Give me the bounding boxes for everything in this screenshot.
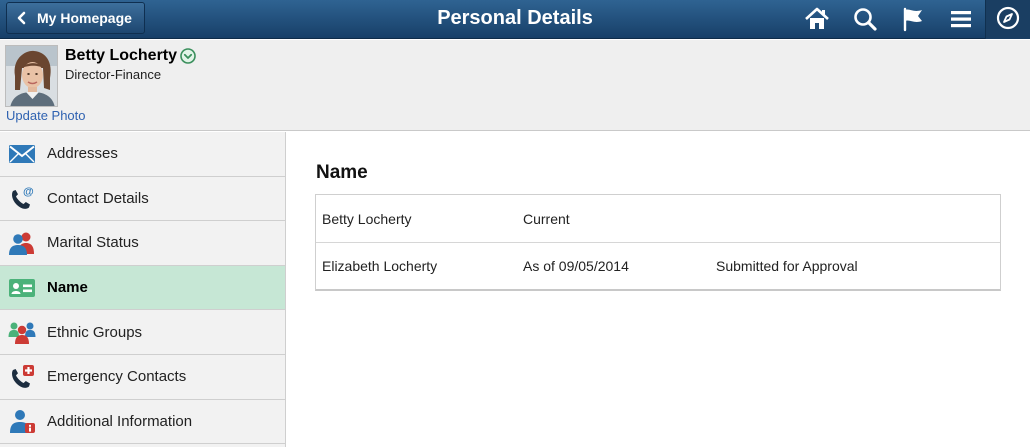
chevron-down-circle-icon[interactable] <box>180 48 196 64</box>
my-homepage-label: My Homepage <box>37 10 132 26</box>
name-value: Betty Locherty <box>322 210 412 227</box>
emergency-phone-icon <box>8 364 36 390</box>
sidebar-item-contact-details[interactable]: @ Contact Details <box>0 177 285 222</box>
top-banner: My Homepage Personal Details <box>0 0 1030 39</box>
update-photo-link[interactable]: Update Photo <box>6 108 86 123</box>
main-content: Name Betty Locherty Current Elizabeth Lo… <box>287 132 1030 447</box>
list-item[interactable]: Betty Locherty Current <box>316 195 1000 242</box>
name-list: Betty Locherty Current Elizabeth Lochert… <box>315 194 1001 291</box>
sidebar-item-label: Contact Details <box>47 189 149 207</box>
person-info-icon <box>8 408 36 434</box>
effective-date: Current <box>523 210 570 227</box>
home-icon[interactable] <box>804 6 830 32</box>
couple-icon <box>8 230 36 256</box>
sidebar-item-label: Ethnic Groups <box>47 323 143 341</box>
sidebar-item-additional-information[interactable]: Additional Information <box>0 400 285 445</box>
employee-name-text: Betty Locherty <box>65 47 178 64</box>
phone-at-icon: @ <box>8 185 36 211</box>
sidebar-item-label: Name <box>47 279 88 297</box>
sidebar: Addresses @ Contact Details Marital Stat… <box>0 132 286 447</box>
approval-status: Submitted for Approval <box>716 258 858 274</box>
navbar-button[interactable] <box>985 0 1030 39</box>
sidebar-item-label: Emergency Contacts <box>47 368 187 386</box>
employee-photo <box>5 45 58 107</box>
section-title: Name <box>316 162 368 183</box>
sidebar-item-emergency-contacts[interactable]: Emergency Contacts <box>0 355 285 400</box>
id-card-icon <box>8 275 36 301</box>
sidebar-item-label: Marital Status <box>47 234 139 252</box>
svg-text:@: @ <box>23 186 34 198</box>
sidebar-item-addresses[interactable]: Addresses <box>0 132 285 177</box>
sidebar-item-label: Addresses <box>47 145 118 163</box>
sidebar-item-name[interactable]: Name <box>0 265 285 311</box>
search-icon[interactable] <box>852 6 878 32</box>
my-homepage-button[interactable]: My Homepage <box>6 2 145 34</box>
employee-name: Betty Locherty <box>65 47 196 65</box>
employee-header: Betty Locherty Director-Finance Update P… <box>0 40 1030 131</box>
sidebar-item-ethnic-groups[interactable]: Ethnic Groups <box>0 310 285 355</box>
name-value: Elizabeth Locherty <box>322 258 438 274</box>
menu-icon[interactable] <box>948 6 974 32</box>
list-item[interactable]: Elizabeth Locherty As of 09/05/2014 Subm… <box>316 242 1000 289</box>
flag-icon[interactable] <box>900 6 926 32</box>
group-icon <box>8 319 36 345</box>
effective-date: As of 09/05/2014 <box>523 258 629 274</box>
employee-job-title: Director-Finance <box>65 67 162 82</box>
chevron-left-icon <box>15 10 29 26</box>
sidebar-item-marital-status[interactable]: Marital Status <box>0 221 285 266</box>
navbar-compass-icon <box>996 6 1020 33</box>
sidebar-item-label: Additional Information <box>47 412 193 430</box>
envelope-icon <box>8 141 36 167</box>
